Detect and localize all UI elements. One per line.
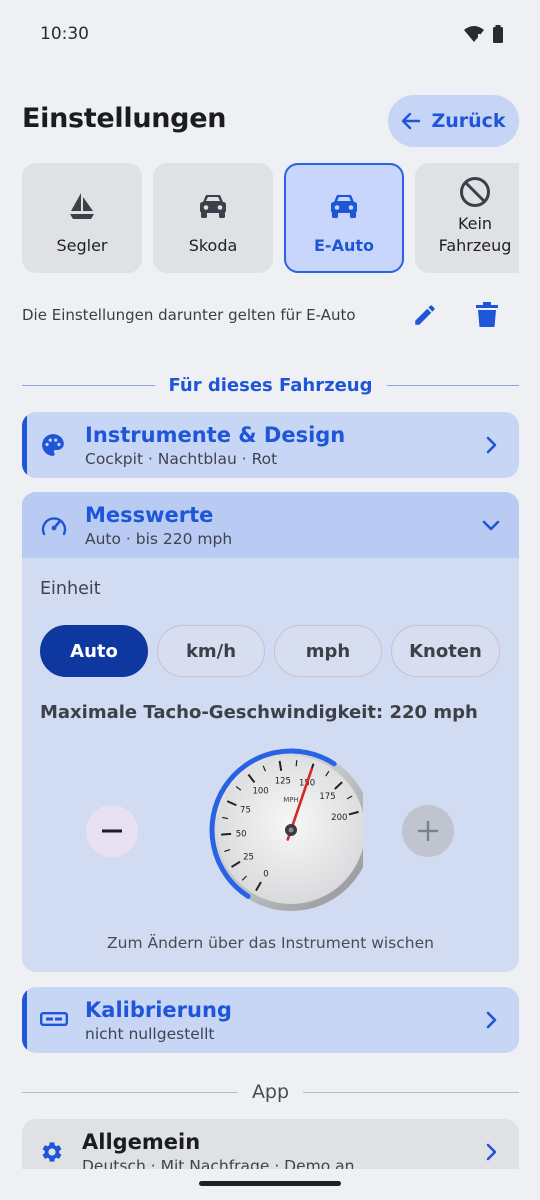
chevron-right-icon bbox=[486, 436, 497, 454]
edit-icon[interactable] bbox=[412, 302, 438, 328]
calibration-title: Kalibrierung bbox=[85, 998, 232, 1022]
measurements-title: Messwerte bbox=[85, 503, 214, 527]
vehicle-section-title: Für dieses Fahrzeug bbox=[168, 374, 373, 396]
measurements-card-header[interactable]: Messwerte Auto · bis 220 mph bbox=[22, 492, 519, 558]
back-button[interactable]: Zurück bbox=[388, 95, 519, 147]
general-subtitle: Deutsch · Mit Nachfrage · Demo an bbox=[82, 1157, 355, 1169]
gauge-unit-label: MPH bbox=[283, 796, 299, 804]
status-time: 10:30 bbox=[40, 24, 89, 44]
minus-icon bbox=[102, 829, 122, 833]
design-title: Instrumente & Design bbox=[85, 423, 346, 447]
vehicle-note: Die Einstellungen darunter gelten für E-… bbox=[22, 306, 356, 324]
measurements-subtitle: Auto · bis 220 mph bbox=[85, 530, 233, 548]
vehicle-kein-fahrzeug[interactable]: Kein Fahrzeug bbox=[415, 163, 519, 273]
vehicle-label: Skoda bbox=[188, 236, 238, 255]
gauge-tick-label: 50 bbox=[236, 829, 247, 839]
back-label: Zurück bbox=[431, 110, 506, 132]
chevron-right-icon bbox=[486, 1143, 497, 1161]
vehicle-skoda[interactable]: Skoda bbox=[153, 163, 273, 273]
general-title: Allgemein bbox=[82, 1130, 201, 1154]
gauge-tick-label: 25 bbox=[243, 852, 254, 862]
unit-label: Einheit bbox=[40, 579, 101, 599]
vehicle-segler[interactable]: Segler bbox=[22, 163, 142, 273]
vehicle-label: E-Auto bbox=[314, 236, 374, 255]
unit-kmh-button[interactable]: km/h bbox=[157, 625, 265, 677]
unit-knoten-button[interactable]: Knoten bbox=[391, 625, 500, 677]
delete-icon[interactable] bbox=[476, 302, 498, 328]
plus-icon bbox=[418, 821, 438, 841]
home-indicator[interactable] bbox=[199, 1181, 341, 1186]
decrease-button[interactable] bbox=[86, 805, 138, 857]
max-speed-label: Maximale Tacho-Geschwindigkeit: 220 mph bbox=[40, 702, 478, 723]
app-section-title: App bbox=[251, 1081, 290, 1103]
gauge-tick-label: 200 bbox=[331, 813, 347, 823]
gauge-tick-label: 75 bbox=[240, 805, 251, 815]
chevron-right-icon bbox=[486, 1011, 497, 1029]
design-card-header[interactable]: Instrumente & Design Cockpit · Nachtblau… bbox=[22, 412, 519, 478]
vehicle-label: Segler bbox=[56, 236, 108, 255]
car-icon bbox=[200, 195, 226, 218]
gauge-hub-center bbox=[288, 827, 294, 833]
vehicle-label: Kein Fahrzeug bbox=[438, 214, 512, 255]
app-section-divider: App bbox=[22, 1080, 519, 1104]
general-card[interactable]: Allgemein Deutsch · Mit Nachfrage · Demo… bbox=[22, 1119, 519, 1169]
speedometer-icon bbox=[41, 517, 67, 536]
gauge-tick-label: 0 bbox=[263, 869, 268, 879]
design-subtitle: Cockpit · Nachtblau · Rot bbox=[85, 450, 278, 468]
palette-icon bbox=[42, 434, 64, 456]
gauge-tick-label: 175 bbox=[319, 792, 335, 802]
gauge-tick-label: 100 bbox=[252, 786, 268, 796]
calibration-card-header[interactable]: Kalibrierung nicht nullgestellt bbox=[22, 987, 519, 1053]
measurements-card: Messwerte Auto · bis 220 mph Einheit Aut… bbox=[22, 492, 519, 972]
calibration-subtitle: nicht nullgestellt bbox=[85, 1025, 215, 1043]
car-icon bbox=[331, 195, 357, 218]
wifi-icon bbox=[464, 26, 484, 42]
arrow-left-icon bbox=[402, 112, 421, 130]
vehicle-e-auto[interactable]: E-Auto bbox=[284, 163, 404, 273]
unit-mph-button[interactable]: mph bbox=[274, 625, 382, 677]
vehicle-selector: Segler Skoda E-Auto Kein Fahrzeug bbox=[22, 163, 519, 273]
gauge-tick-label: 125 bbox=[275, 777, 291, 787]
gauge-major-tick bbox=[221, 832, 232, 836]
ruler-icon bbox=[40, 1012, 68, 1026]
page-title: Einstellungen bbox=[22, 103, 227, 134]
sailboat-icon bbox=[70, 193, 94, 219]
status-bar: 10:30 bbox=[0, 0, 540, 70]
gauge-hint: Zum Ändern über das Instrument wischen bbox=[107, 934, 434, 952]
speedometer-gauge[interactable]: 0255075100125150175200 MPH bbox=[177, 742, 363, 912]
chevron-down-icon bbox=[482, 520, 500, 531]
increase-button[interactable] bbox=[402, 805, 454, 857]
battery-icon bbox=[493, 25, 503, 43]
calibration-card[interactable]: Kalibrierung nicht nullgestellt bbox=[22, 987, 519, 1053]
block-icon bbox=[460, 177, 490, 207]
unit-auto-button[interactable]: Auto bbox=[40, 625, 148, 677]
gear-icon bbox=[42, 1142, 62, 1162]
vehicle-section-divider: Für dieses Fahrzeug bbox=[22, 373, 519, 397]
design-card[interactable]: Instrumente & Design Cockpit · Nachtblau… bbox=[22, 412, 519, 478]
